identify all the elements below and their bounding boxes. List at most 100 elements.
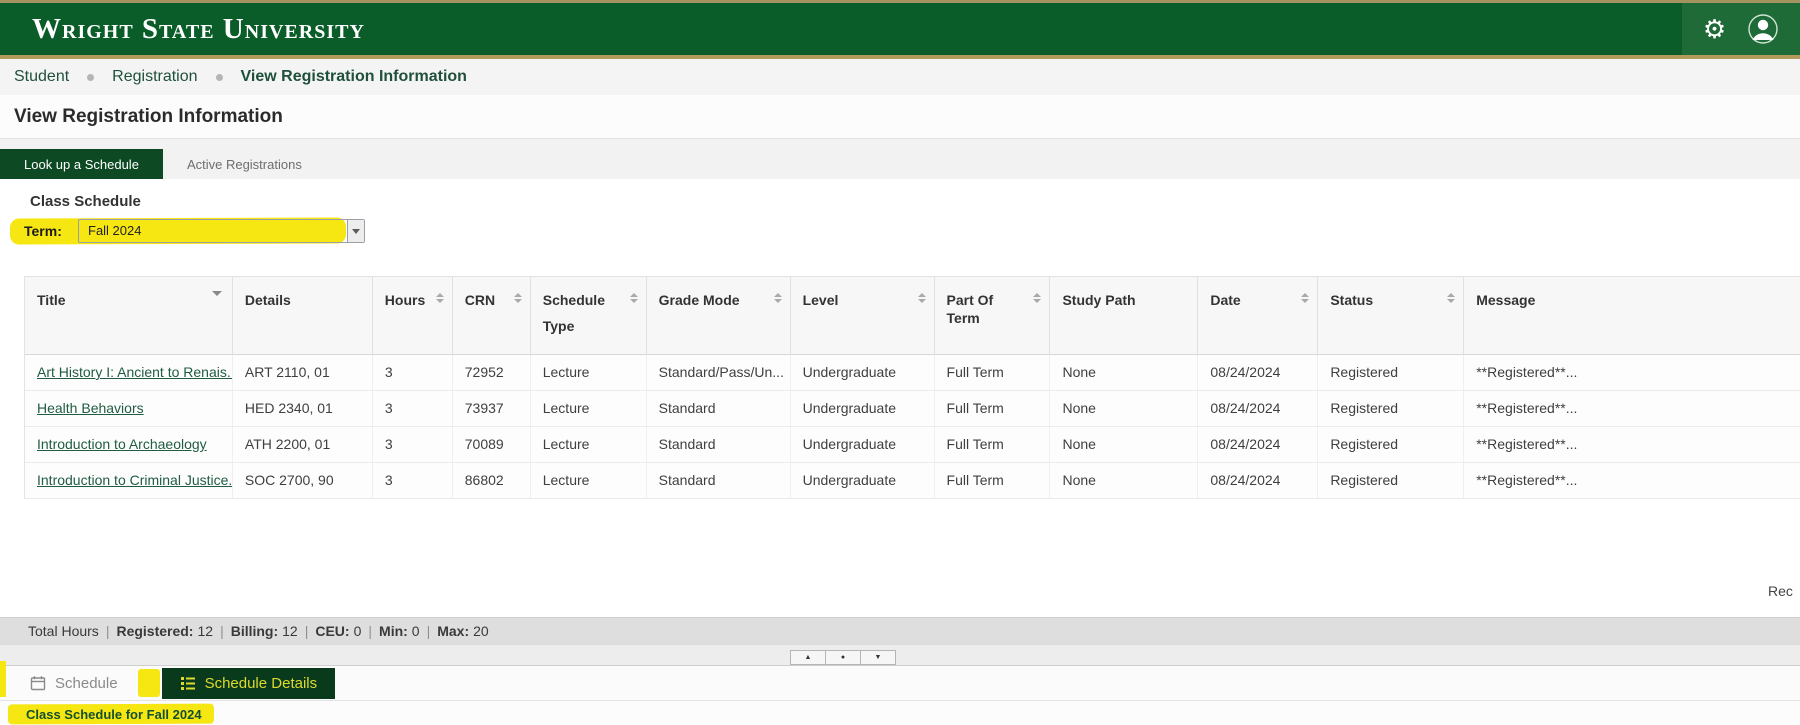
tab-active-registrations[interactable]: Active Registrations	[163, 149, 326, 179]
cell-hours: 3	[373, 463, 453, 498]
column-header-study_path[interactable]: Study Path	[1050, 277, 1198, 354]
cell-study_path: None	[1050, 355, 1198, 390]
totals-registered-value: 12	[197, 623, 213, 639]
cell-title: Introduction to Criminal Justice...	[25, 463, 233, 498]
sort-desc-icon	[514, 299, 522, 303]
column-header-title[interactable]: Title	[25, 277, 233, 354]
sort-asc-icon	[436, 293, 444, 297]
column-header-date[interactable]: Date	[1198, 277, 1318, 354]
list-details-icon	[180, 675, 196, 691]
cell-hours: 3	[373, 391, 453, 426]
term-combobox[interactable]: Fall 2024	[78, 219, 365, 243]
table-footer-space: Rec	[0, 499, 1800, 617]
cell-schedule_type: Lecture	[531, 427, 647, 462]
bottom-tab-schedule[interactable]: Schedule	[12, 668, 136, 699]
cell-date: 08/24/2024	[1198, 463, 1318, 498]
breadcrumb-item-registration[interactable]: Registration	[112, 68, 197, 86]
bottom-tab-label: Schedule	[55, 675, 118, 692]
cell-crn: 86802	[453, 463, 531, 498]
class-schedule-heading: Class Schedule	[30, 193, 1800, 215]
cell-level: Undergraduate	[791, 427, 935, 462]
top-banner: Wright State University ⚙	[0, 0, 1800, 55]
column-header-schedule_type[interactable]: ScheduleType	[531, 277, 647, 354]
table-row: Health BehaviorsHED 2340, 01373937Lectur…	[25, 391, 1800, 427]
sort-icon-date[interactable]	[1301, 293, 1309, 303]
column-header-grade_mode[interactable]: Grade Mode	[647, 277, 791, 354]
collapse-down-button[interactable]: ▼	[860, 650, 896, 665]
user-avatar-icon[interactable]	[1747, 13, 1779, 45]
cell-status: Registered	[1318, 463, 1464, 498]
column-header-crn[interactable]: CRN	[453, 277, 531, 354]
column-label-level: Level	[803, 291, 912, 309]
cell-date: 08/24/2024	[1198, 427, 1318, 462]
totals-registered-label: Registered:	[116, 623, 193, 639]
column-label-study_path: Study Path	[1062, 291, 1175, 309]
cell-message: **Registered**...	[1464, 391, 1800, 426]
sort-desc-icon	[212, 291, 222, 312]
banner-actions: ⚙	[1682, 3, 1800, 55]
cell-status: Registered	[1318, 355, 1464, 390]
cell-message: **Registered**...	[1464, 427, 1800, 462]
sort-icon-schedule_type[interactable]	[630, 293, 638, 303]
sort-icon-status[interactable]	[1447, 293, 1455, 303]
cell-message: **Registered**...	[1464, 463, 1800, 498]
sort-icon-crn[interactable]	[514, 293, 522, 303]
sort-asc-icon	[1301, 293, 1309, 297]
schedule-tabbar: Look up a ScheduleActive Registrations	[0, 139, 1800, 179]
bottom-tab-label: Schedule Details	[205, 675, 318, 692]
cell-status: Registered	[1318, 427, 1464, 462]
sort-asc-icon	[1447, 293, 1455, 297]
cell-title: Introduction to Archaeology	[25, 427, 233, 462]
cell-schedule_type: Lecture	[531, 463, 647, 498]
breadcrumb: Student Registration View Registration Inf…	[0, 59, 1800, 95]
breadcrumb-item-view-registration-information[interactable]: View Registration Information	[241, 68, 467, 86]
sort-desc-icon	[1301, 299, 1309, 303]
sort-asc-icon	[918, 293, 926, 297]
gear-icon[interactable]: ⚙	[1703, 16, 1726, 42]
term-value-input[interactable]: Fall 2024	[79, 220, 347, 242]
panel-splitter: ▲ ● ▼	[0, 644, 1800, 666]
registration-app: Wright State University ⚙ Student Registr…	[0, 0, 1800, 725]
table-row: Introduction to Criminal Justice...SOC 2…	[25, 463, 1800, 499]
cell-grade_mode: Standard/Pass/Un...	[647, 355, 791, 390]
totals-billing-label: Billing:	[231, 623, 278, 639]
tab-look-up-a-schedule[interactable]: Look up a Schedule	[0, 149, 163, 179]
cell-details: ATH 2200, 01	[233, 427, 373, 462]
column-label-details: Details	[245, 291, 350, 309]
column-header-part_of_term[interactable]: Part Of Term	[935, 277, 1051, 354]
bottom-tab-schedule-details[interactable]: Schedule Details	[162, 668, 336, 699]
column-header-details[interactable]: Details	[233, 277, 373, 354]
records-text: Rec	[1768, 583, 1793, 599]
course-title-link[interactable]: Introduction to Archaeology	[37, 436, 207, 452]
sort-icon-level[interactable]	[918, 293, 926, 303]
table-row: Art History I: Ancient to Renais...ART 2…	[25, 355, 1800, 391]
sort-icon-hours[interactable]	[436, 293, 444, 303]
column-header-message[interactable]: Message	[1464, 277, 1800, 354]
column-label2-schedule_type: Type	[543, 317, 624, 335]
column-header-status[interactable]: Status	[1318, 277, 1464, 354]
sort-desc-icon	[918, 299, 926, 303]
course-title-link[interactable]: Health Behaviors	[37, 400, 144, 416]
column-label-status: Status	[1330, 291, 1441, 309]
cell-crn: 73937	[453, 391, 531, 426]
sort-icon-title[interactable]	[212, 295, 222, 313]
breadcrumb-item-student[interactable]: Student	[14, 68, 69, 86]
term-row: Term: Fall 2024	[0, 219, 1800, 245]
sort-icon-grade_mode[interactable]	[774, 293, 782, 303]
cell-status: Registered	[1318, 391, 1464, 426]
page-title: View Registration Information	[14, 106, 283, 128]
cell-grade_mode: Standard	[647, 391, 791, 426]
splitter-handle-button[interactable]: ●	[825, 650, 861, 665]
term-dropdown-button[interactable]	[347, 220, 364, 242]
sort-asc-icon	[774, 293, 782, 297]
column-header-level[interactable]: Level	[791, 277, 935, 354]
totals-min-label: Min:	[379, 623, 408, 639]
course-title-link[interactable]: Art History I: Ancient to Renais...	[37, 364, 233, 380]
course-title-link[interactable]: Introduction to Criminal Justice...	[37, 472, 233, 488]
collapse-up-button[interactable]: ▲	[790, 650, 826, 665]
totals-ceu-value: 0	[354, 623, 362, 639]
sort-desc-icon	[436, 299, 444, 303]
breadcrumb-separator-icon	[87, 74, 94, 81]
sort-icon-part_of_term[interactable]	[1033, 293, 1041, 303]
column-header-hours[interactable]: Hours	[373, 277, 453, 354]
